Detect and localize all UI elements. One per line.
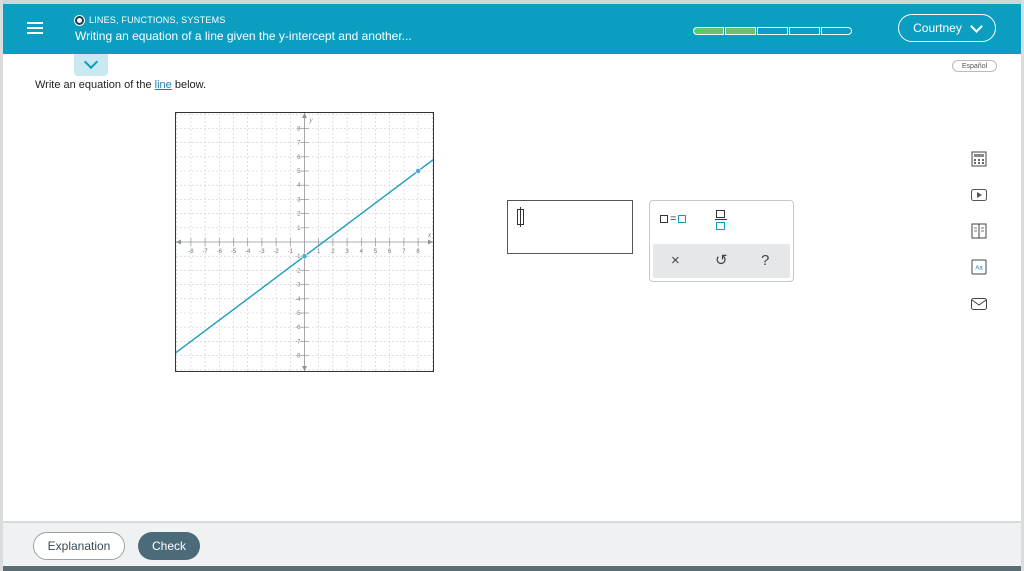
y-tick-label: -8 [295, 354, 301, 360]
question-prompt: Write an equation of the line below. [35, 79, 206, 91]
y-tick-label: -3 [295, 283, 301, 289]
text-cursor [520, 207, 521, 227]
equals-icon: = [670, 213, 677, 225]
x-tick-label: -3 [259, 249, 265, 255]
progress-bar [693, 27, 853, 35]
y-tick-label: -5 [295, 311, 301, 317]
numerator-box-icon [716, 210, 725, 218]
coordinate-graph: -8 -7 -6 -5 -4 -3 -2 -1 1 2 3 4 5 6 7 887654321-1-2-3-4… [175, 112, 434, 372]
window-left-border [0, 0, 3, 571]
chevron-down-icon [83, 54, 99, 70]
textbook-icon[interactable] [970, 223, 988, 239]
language-button[interactable]: Español [952, 60, 997, 72]
video-icon[interactable] [970, 187, 988, 203]
check-button[interactable]: Check [138, 532, 200, 560]
progress-segment [789, 27, 820, 35]
menu-icon[interactable] [27, 20, 45, 36]
email-icon[interactable] [970, 296, 988, 312]
line-link[interactable]: line [155, 79, 172, 91]
header-bar: LINES, FUNCTIONS, SYSTEMS Writing an equ… [3, 4, 1021, 54]
y-tick-label: -6 [295, 325, 301, 331]
x-tick-label: -4 [245, 249, 251, 255]
user-name: Courtney [913, 21, 962, 35]
lesson-title: Writing an equation of a line given the … [75, 29, 412, 43]
clear-button[interactable]: × [671, 252, 680, 270]
fraction-bar-icon [715, 219, 727, 220]
y-tick-label: -7 [295, 339, 301, 345]
x-tick-label: -7 [202, 249, 208, 255]
collapse-toggle[interactable] [74, 54, 108, 76]
topic-row: LINES, FUNCTIONS, SYSTEMS [75, 15, 226, 25]
chevron-down-icon [969, 19, 983, 33]
glossary-icon[interactable]: Aa [970, 259, 988, 275]
progress-segment [821, 27, 852, 35]
y-tick-label: -4 [295, 297, 301, 303]
y-tick-label: -2 [295, 268, 301, 274]
answer-input[interactable] [507, 200, 633, 254]
box-icon [660, 215, 668, 223]
equation-template-button[interactable]: = [660, 213, 687, 225]
topic-label: LINES, FUNCTIONS, SYSTEMS [89, 15, 226, 25]
user-menu-button[interactable]: Courtney [898, 14, 996, 42]
graph-point [415, 168, 421, 174]
graph-point [301, 253, 308, 260]
footer-bar: Explanation Check [3, 521, 1021, 569]
undo-button[interactable]: ↺ [715, 252, 728, 270]
x-tick-label: -1 [288, 249, 294, 255]
fraction-template-button[interactable] [715, 209, 727, 231]
x-tick-label: -8 [188, 249, 194, 255]
denominator-box-icon [716, 222, 725, 230]
x-tick-label: -6 [217, 249, 223, 255]
palette-actions: × ↺ ? [653, 244, 790, 278]
palette-templates: = [650, 201, 793, 241]
progress-segment [757, 27, 788, 35]
svg-text:Aa: Aa [975, 266, 983, 272]
x-tick-label: -5 [231, 249, 237, 255]
calculator-icon[interactable] [970, 151, 988, 167]
topic-status-icon [75, 15, 84, 25]
prompt-text: Write an equation of the [35, 79, 155, 91]
x-tick-label: -2 [273, 249, 279, 255]
progress-segment [693, 27, 724, 35]
explanation-button[interactable]: Explanation [33, 532, 125, 560]
progress-segment [725, 27, 756, 35]
box-icon [678, 215, 687, 223]
math-palette: = × ↺ ? [649, 200, 794, 282]
prompt-text-end: below. [171, 79, 207, 91]
bottom-strip [3, 566, 1021, 571]
help-button[interactable]: ? [761, 252, 769, 270]
